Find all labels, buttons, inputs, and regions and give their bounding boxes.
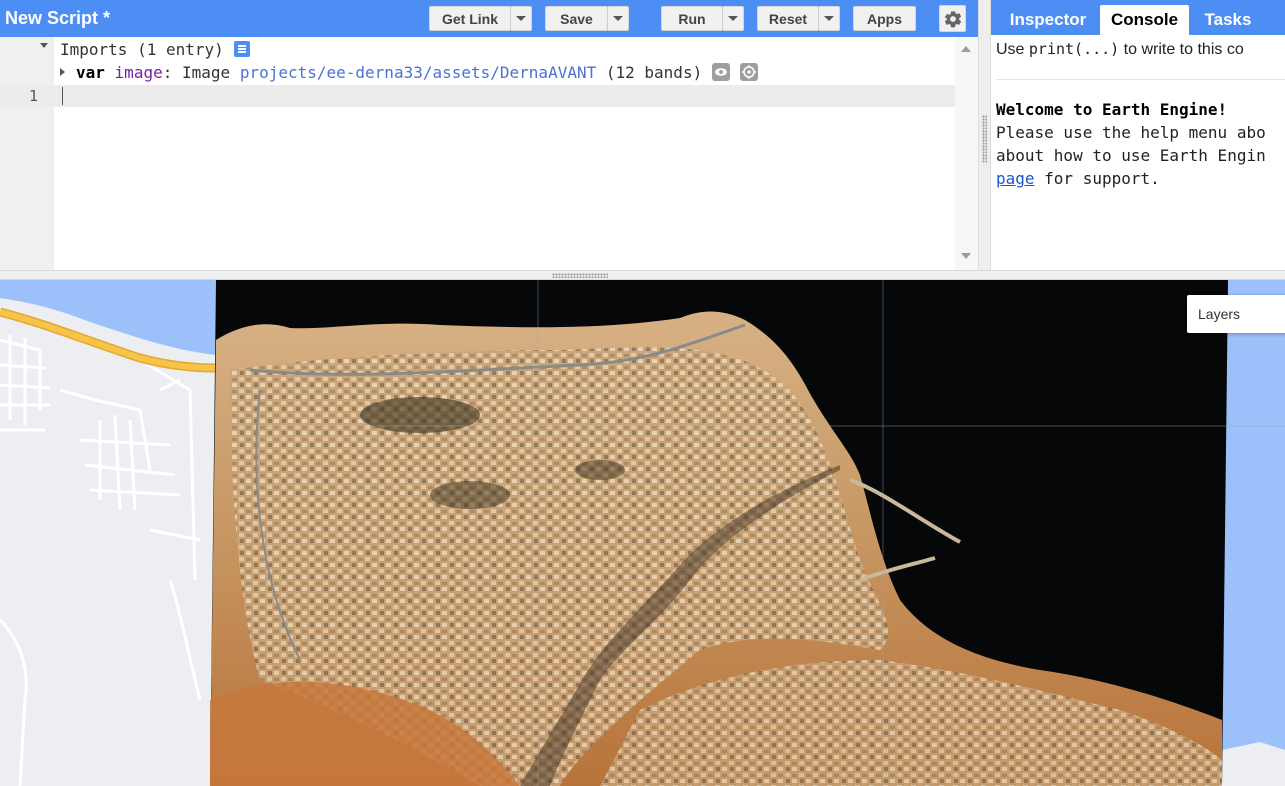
map-view[interactable]: Layers [0,280,1285,786]
welcome-title: Welcome to Earth Engine! [996,100,1228,119]
run-button[interactable]: Run [661,6,723,31]
scroll-down-icon[interactable] [961,253,971,259]
reset-dropdown-button[interactable] [818,6,840,31]
asset-path-link[interactable]: projects/ee-derna33/assets/DernaAVANT [240,63,596,82]
console-divider [996,79,1285,80]
reset-button[interactable]: Reset [757,6,819,31]
band-info: (12 bands) [605,62,703,82]
vertical-splitter-handle[interactable] [978,0,991,270]
var-type: Image [182,62,231,82]
console-hint-prefix: Use [996,41,1029,58]
welcome-line-3: for support. [1034,169,1160,188]
welcome-line-1: Please use the help menu abo [996,123,1266,142]
settings-button[interactable] [939,5,966,32]
tab-inspector[interactable]: Inspector [997,5,1099,35]
chevron-down-icon [516,16,526,21]
drag-grip-icon [552,273,608,278]
code-editor-panel: New Script * Get Link Save Run Reset App… [0,0,978,270]
console-hint-code: print(...) [1028,40,1120,58]
text-cursor [62,87,63,105]
run-dropdown-button[interactable] [722,6,744,31]
right-panel-tabs: Inspector Console Tasks [991,0,1285,35]
welcome-line-2: about how to use Earth Engin [996,146,1266,165]
right-panel: Inspector Console Tasks Use print(...) t… [991,0,1285,270]
collapse-imports-icon[interactable] [40,43,48,48]
layers-button[interactable]: Layers [1187,295,1285,333]
save-dropdown-button[interactable] [607,6,629,31]
console-hint-suffix: to write to this co [1119,41,1244,58]
get-link-button[interactable]: Get Link [429,6,511,31]
target-icon[interactable] [740,63,759,81]
gear-icon [944,10,961,27]
apps-button[interactable]: Apps [853,6,916,31]
var-colon: : [162,62,173,82]
editor-toolbar: New Script * Get Link Save Run Reset App… [0,0,978,37]
console-output: Use print(...) to write to this co Welco… [996,37,1285,188]
basemap-sea-right [1222,280,1285,786]
var-name[interactable]: image [115,63,163,82]
document-icon[interactable] [233,41,250,57]
code-area[interactable]: Imports (1 entry) var image: Image proje… [0,37,955,270]
tab-console[interactable]: Console [1100,5,1189,35]
imports-label: Imports (1 entry) [60,39,224,59]
get-link-dropdown-button[interactable] [510,6,532,31]
line-gutter [0,37,54,270]
tab-tasks[interactable]: Tasks [1193,5,1263,35]
chevron-down-icon [728,16,738,21]
active-line[interactable] [0,85,955,107]
console-hint: Use print(...) to write to this co [996,37,1285,61]
scroll-up-icon[interactable] [961,46,971,52]
imports-header[interactable]: Imports (1 entry) [60,38,250,60]
support-page-link[interactable]: page [996,169,1035,188]
satellite-image-layer [210,280,1228,786]
eye-icon[interactable] [712,63,731,81]
save-button[interactable]: Save [545,6,608,31]
chevron-down-icon [824,16,834,21]
var-keyword: var [76,62,105,82]
chevron-down-icon [613,16,623,21]
horizontal-splitter-handle[interactable] [0,270,1285,280]
map-canvas[interactable] [0,280,1285,786]
editor-scrollbar[interactable] [955,37,978,270]
drag-grip-icon [982,115,987,163]
basemap-coast-right [1222,742,1285,786]
import-entry-image[interactable]: var image: Image projects/ee-derna33/ass… [60,61,759,83]
welcome-message: Welcome to Earth Engine! Please use the … [996,98,1266,190]
expand-arrow-icon[interactable] [60,68,65,76]
line-number: 1 [28,87,38,105]
script-title[interactable]: New Script * [5,8,110,29]
